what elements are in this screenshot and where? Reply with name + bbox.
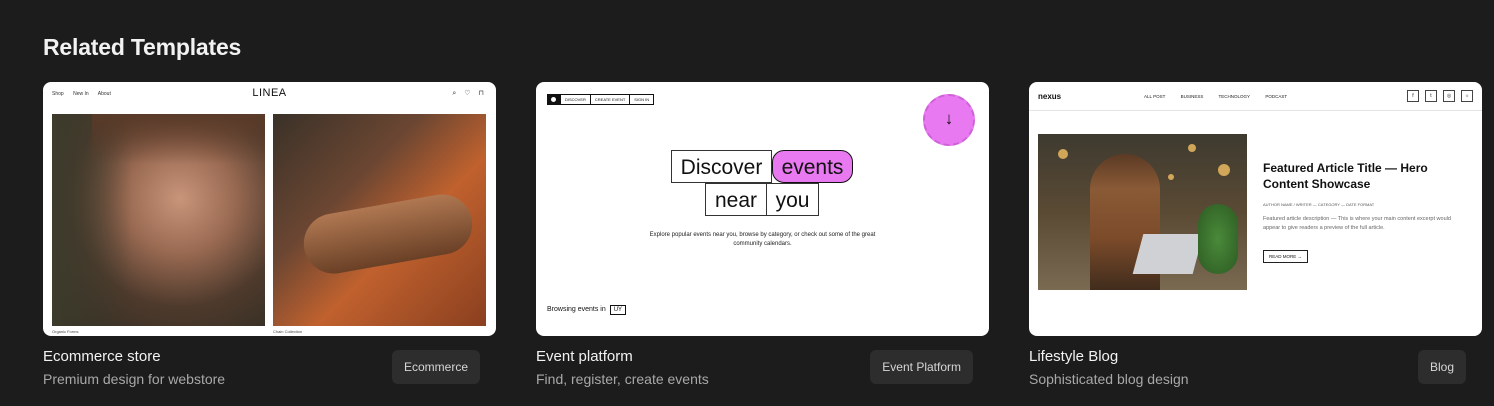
card-title: Event platform xyxy=(536,348,633,365)
template-card-ecommerce[interactable]: Shop New In About LINEA ⌕ ♡ ⊓ Organic Form… xyxy=(43,82,496,406)
featured-title: Featured Article Title — Hero Content Sh… xyxy=(1263,161,1428,191)
twitter-icon: t xyxy=(1425,90,1437,102)
search-icon: ⌕ xyxy=(452,90,457,97)
preview-icons: ⌕ ♡ ⊓ xyxy=(444,89,484,98)
heart-icon: ♡ xyxy=(464,90,471,97)
preview-nav-item: SIGN IN xyxy=(629,95,653,104)
category-tag[interactable]: Ecommerce xyxy=(391,350,480,384)
preview-photo-featured xyxy=(1038,134,1247,290)
headline-word: events xyxy=(772,150,853,183)
preview-nav-item: Shop xyxy=(52,91,64,97)
template-preview-event[interactable]: DISCOVER CREATE EVENT SIGN IN Discover e… xyxy=(536,82,989,336)
card-subtitle: Find, register, create events xyxy=(536,371,709,387)
template-card-blog[interactable]: nexus ALL POST BUSINESS TECHNOLOGY PODCA… xyxy=(1029,82,1482,406)
card-title: Ecommerce store xyxy=(43,348,161,365)
browse-label: Browsing events in xyxy=(547,306,606,313)
preview-nav-item: DISCOVER xyxy=(560,95,590,104)
template-preview-blog[interactable]: nexus ALL POST BUSINESS TECHNOLOGY PODCA… xyxy=(1029,82,1482,336)
preview-nav-item: New In xyxy=(73,91,89,97)
card-title: Lifestyle Blog xyxy=(1029,348,1119,365)
featured-meta: AUTHOR NAME / WRITER — CATEGORY — DATE F… xyxy=(1263,202,1375,207)
preview-photo-portrait xyxy=(52,114,265,326)
browse-region: Browsing events in UY xyxy=(547,305,627,315)
template-card-event[interactable]: DISCOVER CREATE EVENT SIGN IN Discover e… xyxy=(536,82,989,406)
facebook-icon: f xyxy=(1407,90,1419,102)
preview-nav: ALL POST BUSINESS TECHNOLOGY PODCAST xyxy=(1144,94,1301,99)
preview-logo: nexus xyxy=(1038,92,1062,101)
arrow-down-badge-icon xyxy=(923,94,975,146)
featured-description: Featured article description — This is w… xyxy=(1263,216,1451,231)
preview-nav-item: About xyxy=(97,91,111,97)
preview-nav-item: PODCAST xyxy=(1265,94,1288,99)
headline-word: you xyxy=(766,183,819,216)
preview-nav-item: BUSINESS xyxy=(1180,94,1204,99)
category-tag[interactable]: Blog xyxy=(1417,350,1466,384)
category-tag[interactable]: Event Platform xyxy=(870,350,973,384)
social-icons: f t ◎ ☼ xyxy=(1401,90,1473,102)
preview-caption: Chain Collection xyxy=(273,329,303,334)
headline-word: near xyxy=(705,183,767,216)
preview-logo: LINEA xyxy=(252,87,287,99)
theme-toggle-icon: ☼ xyxy=(1461,90,1473,102)
card-subtitle: Premium design for webstore xyxy=(43,371,226,387)
preview-photo-bracelet xyxy=(273,114,486,326)
headline-word: Discover xyxy=(671,150,772,183)
read-more-button: READ MORE → xyxy=(1263,250,1309,263)
section-heading: Related Templates xyxy=(43,34,242,60)
preview-nav-item: ALL POST xyxy=(1144,94,1166,99)
preview-nav-item: CREATE EVENT xyxy=(589,95,629,104)
preview-nav-item: TECHNOLOGY xyxy=(1218,94,1251,99)
instagram-icon: ◎ xyxy=(1443,90,1455,102)
preview-nav: DISCOVER CREATE EVENT SIGN IN xyxy=(547,94,655,105)
divider xyxy=(1029,110,1482,111)
template-preview-ecommerce[interactable]: Shop New In About LINEA ⌕ ♡ ⊓ Organic Form… xyxy=(43,82,496,336)
preview-caption: Organic Forms xyxy=(52,329,79,334)
logo-icon xyxy=(548,95,560,104)
card-subtitle: Sophisticated blog design xyxy=(1029,371,1189,387)
region-select: UY xyxy=(609,305,627,315)
bag-icon: ⊓ xyxy=(478,90,484,97)
preview-description: Explore popular events near you, browse … xyxy=(649,232,876,247)
